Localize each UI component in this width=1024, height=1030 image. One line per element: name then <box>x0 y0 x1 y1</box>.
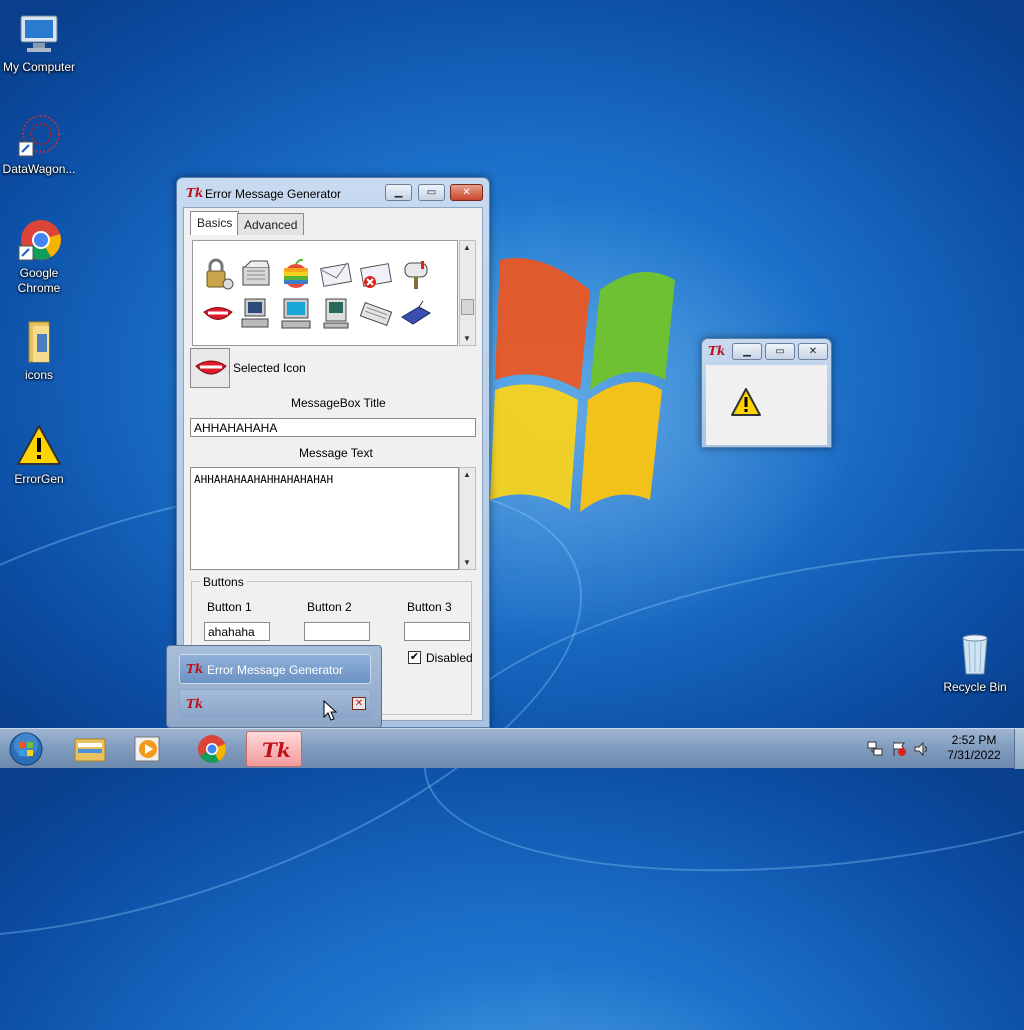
desktop-icon-icons-folder[interactable]: icons <box>0 318 78 383</box>
warning-icon <box>15 422 63 470</box>
warning-icon <box>731 388 761 416</box>
button2-label: Button 2 <box>307 600 352 614</box>
recycle-bin-icon <box>951 630 999 678</box>
scroll-up-arrow-icon[interactable]: ▲ <box>463 470 471 479</box>
chrome-icon <box>15 216 63 264</box>
button1-text-input[interactable] <box>204 622 270 641</box>
scroll-up-arrow-icon[interactable]: ▲ <box>463 243 471 252</box>
close-icon[interactable]: ✕ <box>352 697 366 710</box>
lips-icon <box>195 360 227 375</box>
maximize-button[interactable]: ▭ <box>418 184 445 201</box>
fax-machine-icon[interactable] <box>239 257 273 291</box>
desktop-icon-recycle-bin[interactable]: Recycle Bin <box>936 630 1014 695</box>
taskbar: Tk 2:52 PM 7/31/2022 <box>0 728 1024 769</box>
desktop-icon-label: DataWagon... <box>2 162 76 176</box>
envelope-icon[interactable] <box>319 257 353 291</box>
message-text-scrollbar[interactable]: ▲ ▼ <box>459 467 476 570</box>
icon-grid-scrollbar[interactable]: ▲ ▼ <box>459 240 476 346</box>
button3-text-input[interactable] <box>404 622 470 641</box>
minimize-button[interactable]: ▁ <box>385 184 412 201</box>
preview-messagebox-window: Tk ▁ ▭ ✕ <box>701 338 832 448</box>
buttons-group-label: Buttons <box>200 575 247 589</box>
tk-app-icon: Tk <box>186 662 204 676</box>
start-orb-icon <box>9 732 43 766</box>
taskbar-media-player-button[interactable] <box>120 731 176 767</box>
message-text-value: AHHAHAHAAHAHHAHAHAHAH <box>194 473 334 486</box>
explorer-icon <box>74 738 106 762</box>
desktop-computer-icon[interactable] <box>279 297 313 331</box>
taskbar-window-list-popup: Tk Error Message Generator Tk ✕ <box>166 645 382 728</box>
show-desktop-button[interactable] <box>1014 729 1024 769</box>
tk-app-icon: Tk <box>708 344 726 358</box>
disabled-checkbox[interactable]: ✔ <box>408 651 421 664</box>
lock-icon[interactable] <box>201 257 235 291</box>
action-center-flag-icon[interactable] <box>890 740 908 758</box>
clock-date: 7/31/2022 <box>947 748 1001 762</box>
apple-logo-icon[interactable] <box>279 257 313 291</box>
lips-icon[interactable] <box>201 297 235 331</box>
envelope-error-icon[interactable] <box>359 257 393 291</box>
taskbar-chrome-button[interactable] <box>184 731 240 767</box>
scroll-down-arrow-icon[interactable]: ▼ <box>463 558 471 567</box>
minimize-button[interactable]: ▁ <box>732 343 762 360</box>
popup-item-label: Error Message Generator <box>207 663 344 677</box>
tk-app-icon: Tk <box>262 738 291 762</box>
msgbox-title-input[interactable] <box>190 418 476 437</box>
mouse-cursor-icon <box>323 700 338 721</box>
mailbox-icon[interactable] <box>399 257 433 291</box>
button1-label: Button 1 <box>207 600 252 614</box>
window-titlebar[interactable]: Tk ▁ ▭ ✕ <box>702 339 831 364</box>
icon-picker-grid[interactable] <box>192 240 458 346</box>
clock-time: 2:52 PM <box>951 733 997 747</box>
desktop-icon-label: My Computer <box>2 60 76 74</box>
volume-icon[interactable] <box>913 740 931 758</box>
disabled-checkbox-label: Disabled <box>426 651 473 665</box>
tk-app-icon: Tk <box>186 186 204 200</box>
desktop-icon-google-chrome[interactable]: Google Chrome <box>0 216 78 296</box>
window-titlebar[interactable]: Tk Error Message Generator ▁ ▭ ✕ <box>177 178 489 208</box>
keyboard-icon[interactable] <box>359 297 393 331</box>
desktop-icon-label: Google Chrome <box>17 266 61 295</box>
modem-icon[interactable] <box>399 297 433 331</box>
selected-icon-label: Selected Icon <box>233 361 306 375</box>
window-title: Error Message Generator <box>205 187 342 201</box>
maximize-button[interactable]: ▭ <box>765 343 795 360</box>
close-button[interactable]: ✕ <box>450 184 483 201</box>
message-text-area[interactable]: AHHAHAHAAHAHHAHAHAHAH <box>190 467 459 570</box>
tab-basics[interactable]: Basics <box>190 211 240 235</box>
button2-text-input[interactable] <box>304 622 370 641</box>
mac-computer-icon[interactable] <box>319 297 353 331</box>
windows-logo-wallpaper <box>490 258 675 512</box>
msgbox-title-label: MessageBox Title <box>291 396 386 410</box>
preview-client-area <box>706 365 827 445</box>
taskbar-explorer-button[interactable] <box>62 731 118 767</box>
start-button[interactable] <box>6 730 46 768</box>
desktop-icon-label: Recycle Bin <box>943 680 1007 694</box>
desktop-icon-label: ErrorGen <box>14 472 64 486</box>
scroll-thumb[interactable] <box>461 299 474 315</box>
datawagon-icon <box>15 112 63 160</box>
button3-label: Button 3 <box>407 600 452 614</box>
folder-icon <box>15 318 63 366</box>
desktop-icon-datawagon[interactable]: DataWagon... <box>0 112 78 177</box>
close-button[interactable]: ✕ <box>798 343 828 360</box>
chrome-icon <box>198 735 226 763</box>
taskbar-tk-app-button[interactable]: Tk <box>246 731 302 767</box>
tk-app-icon: Tk <box>186 697 204 711</box>
selected-icon-button[interactable] <box>190 348 230 388</box>
media-player-icon <box>134 736 160 762</box>
message-text-label: Message Text <box>299 446 373 460</box>
system-clock[interactable]: 2:52 PM 7/31/2022 <box>935 733 1013 763</box>
scroll-down-arrow-icon[interactable]: ▼ <box>463 334 471 343</box>
desktop-icon-label: icons <box>24 368 53 382</box>
popup-item-error-message-generator[interactable]: Tk Error Message Generator <box>179 654 371 684</box>
computer-icon <box>15 10 63 58</box>
computer-terminal-icon[interactable] <box>239 297 273 331</box>
desktop-icon-my-computer[interactable]: My Computer <box>0 10 78 75</box>
popup-item-preview-window[interactable]: Tk ✕ <box>179 689 371 719</box>
network-icon[interactable] <box>866 740 884 758</box>
desktop-icon-errorgen[interactable]: ErrorGen <box>0 422 78 487</box>
tab-advanced[interactable]: Advanced <box>237 213 305 235</box>
